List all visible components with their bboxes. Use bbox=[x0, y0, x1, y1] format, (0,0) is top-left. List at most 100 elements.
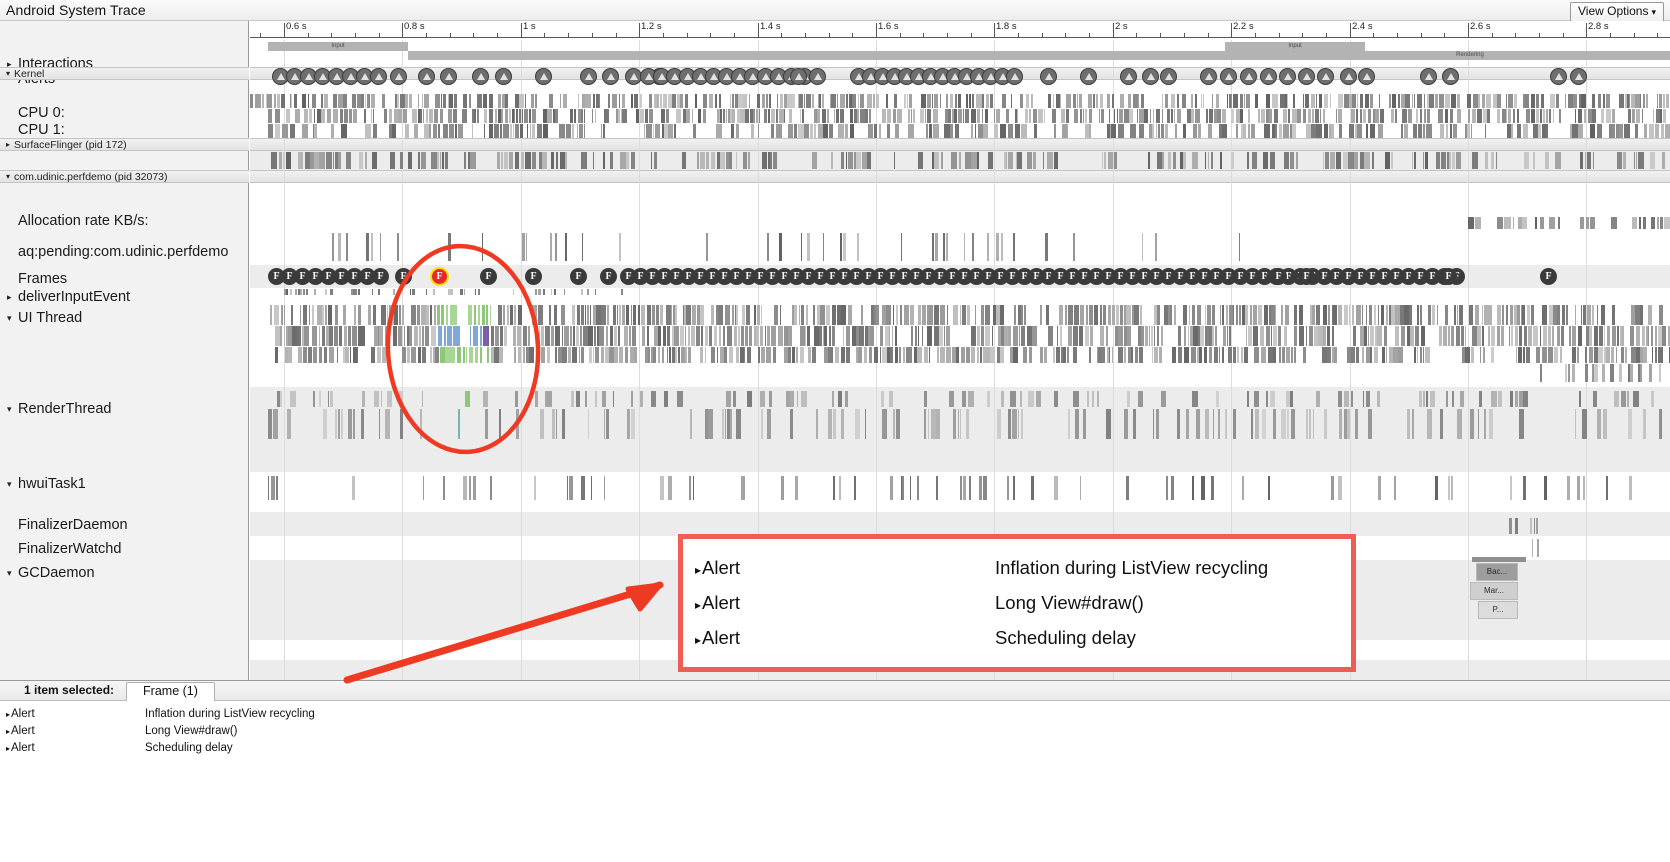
alert-marker[interactable] bbox=[535, 68, 552, 85]
trace-slice[interactable] bbox=[521, 109, 523, 123]
trace-slice[interactable] bbox=[879, 124, 881, 138]
trace-slice[interactable] bbox=[622, 109, 627, 123]
trace-slice[interactable] bbox=[1000, 124, 1007, 138]
trace-slice[interactable] bbox=[1008, 152, 1014, 169]
trace-slice[interactable] bbox=[980, 347, 982, 363]
trace-slice[interactable] bbox=[1356, 347, 1360, 363]
trace-slice[interactable] bbox=[1222, 109, 1227, 123]
trace-slice[interactable] bbox=[1047, 152, 1054, 169]
trace-slice[interactable] bbox=[718, 326, 721, 346]
trace-slice[interactable] bbox=[291, 94, 293, 108]
expander-icon[interactable]: ▾ bbox=[7, 404, 18, 415]
trace-slice[interactable] bbox=[429, 124, 432, 138]
trace-slice[interactable] bbox=[250, 94, 253, 108]
trace-slice[interactable] bbox=[501, 109, 504, 123]
tab-frame[interactable]: Frame (1) bbox=[126, 682, 215, 701]
trace-slice[interactable] bbox=[1632, 217, 1638, 229]
trace-slice[interactable] bbox=[1087, 391, 1089, 407]
trace-slice[interactable] bbox=[1413, 94, 1416, 108]
trace-slice[interactable] bbox=[831, 347, 834, 363]
trace-slice[interactable] bbox=[1208, 109, 1213, 123]
trace-slice[interactable] bbox=[908, 347, 913, 363]
time-ruler[interactable]: 0.6 s 0.8 s1 s 1.2 s 1.4 s 1.6 s 1.8 s2 s 2.2 … bbox=[250, 21, 1670, 40]
trace-slice[interactable] bbox=[553, 305, 558, 325]
trace-slice[interactable] bbox=[328, 305, 332, 325]
frame-marker[interactable]: F bbox=[525, 268, 542, 285]
render-thread-lane-0[interactable] bbox=[268, 391, 1670, 407]
trace-slice[interactable] bbox=[1370, 94, 1374, 108]
trace-slice[interactable] bbox=[949, 94, 953, 108]
trace-slice[interactable] bbox=[979, 476, 983, 500]
trace-slice[interactable] bbox=[1604, 326, 1606, 346]
trace-slice[interactable] bbox=[453, 109, 458, 123]
trace-slice[interactable] bbox=[1519, 409, 1524, 439]
trace-slice[interactable] bbox=[541, 326, 544, 346]
trace-slice[interactable] bbox=[612, 94, 618, 108]
trace-slice[interactable] bbox=[991, 326, 993, 346]
trace-slice[interactable] bbox=[338, 152, 342, 169]
trace-slice[interactable] bbox=[420, 409, 423, 439]
trace-slice[interactable] bbox=[1262, 152, 1268, 169]
trace-slice[interactable] bbox=[1231, 109, 1235, 123]
trace-slice[interactable] bbox=[931, 409, 936, 439]
trace-slice[interactable] bbox=[1591, 109, 1596, 123]
trace-slice[interactable] bbox=[569, 326, 572, 346]
trace-slice[interactable] bbox=[854, 109, 857, 123]
trace-slice[interactable] bbox=[867, 94, 873, 108]
trace-slice[interactable] bbox=[929, 124, 933, 138]
trace-slice[interactable] bbox=[887, 109, 892, 123]
trace-slice[interactable] bbox=[766, 347, 772, 363]
trace-slice[interactable] bbox=[1107, 94, 1111, 108]
trace-slice[interactable] bbox=[1509, 305, 1513, 325]
trace-slice[interactable] bbox=[286, 289, 289, 295]
view-options-button[interactable]: View Options ▾ bbox=[1569, 2, 1664, 22]
trace-slice[interactable] bbox=[600, 347, 604, 363]
trace-slice[interactable] bbox=[1419, 347, 1422, 363]
trace-slice[interactable] bbox=[314, 152, 319, 169]
trace-slice[interactable] bbox=[889, 391, 893, 407]
trace-slice[interactable] bbox=[934, 152, 940, 169]
trace-slice[interactable] bbox=[734, 94, 738, 108]
trace-slice[interactable] bbox=[966, 409, 970, 439]
trace-slice[interactable] bbox=[1383, 326, 1387, 346]
trace-slice[interactable] bbox=[618, 305, 621, 325]
trace-slice[interactable] bbox=[1000, 233, 1004, 261]
trace-slice[interactable] bbox=[1404, 305, 1409, 325]
trace-slice[interactable] bbox=[291, 305, 294, 325]
trace-slice[interactable] bbox=[983, 476, 987, 500]
track-label-frames[interactable]: Frames bbox=[0, 269, 249, 289]
trace-slice[interactable] bbox=[1496, 326, 1501, 346]
trace-slice[interactable] bbox=[1348, 305, 1351, 325]
trace-slice[interactable] bbox=[1418, 124, 1423, 138]
trace-slice[interactable] bbox=[1193, 326, 1198, 346]
alert-marker[interactable] bbox=[1358, 68, 1375, 85]
trace-slice[interactable] bbox=[454, 124, 457, 138]
trace-slice[interactable] bbox=[1139, 305, 1143, 325]
trace-slice[interactable] bbox=[474, 289, 477, 295]
trace-slice[interactable] bbox=[917, 305, 922, 325]
trace-slice[interactable] bbox=[1427, 305, 1431, 325]
trace-slice[interactable] bbox=[1309, 409, 1311, 439]
trace-slice[interactable] bbox=[806, 326, 810, 346]
alert-marker[interactable] bbox=[1420, 68, 1437, 85]
trace-slice[interactable] bbox=[801, 109, 804, 123]
trace-slice[interactable] bbox=[933, 326, 939, 346]
trace-slice[interactable] bbox=[434, 347, 440, 363]
trace-slice[interactable] bbox=[696, 152, 700, 169]
trace-slice[interactable] bbox=[1564, 94, 1566, 108]
trace-slice[interactable] bbox=[1516, 305, 1521, 325]
frame-marker-selected[interactable]: F bbox=[430, 267, 449, 286]
trace-slice[interactable] bbox=[595, 391, 598, 407]
trace-slice[interactable] bbox=[1572, 124, 1578, 138]
trace-slice[interactable] bbox=[572, 124, 575, 138]
trace-slice[interactable] bbox=[614, 326, 618, 346]
trace-slice[interactable] bbox=[1378, 94, 1381, 108]
trace-slice[interactable] bbox=[310, 152, 314, 169]
trace-slice[interactable] bbox=[1161, 109, 1164, 123]
trace-slice[interactable] bbox=[1603, 409, 1607, 439]
trace-slice[interactable] bbox=[856, 233, 860, 261]
trace-slice[interactable] bbox=[1319, 94, 1323, 108]
trace-slice[interactable] bbox=[1365, 305, 1368, 325]
trace-slice[interactable] bbox=[1507, 109, 1511, 123]
trace-slice[interactable] bbox=[1580, 217, 1584, 229]
